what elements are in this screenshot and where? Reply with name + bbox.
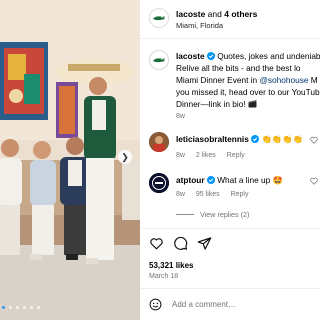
comment-username[interactable]: leticiasobraltennis <box>176 134 249 144</box>
comment-likes[interactable]: 2 likes <box>196 152 216 159</box>
verified-badge-icon <box>206 176 215 184</box>
header-connector: and <box>207 9 222 19</box>
commenter-avatar[interactable] <box>149 173 169 193</box>
comment-likes[interactable]: 95 likes <box>196 191 220 198</box>
carousel-dot <box>9 306 12 309</box>
caption-line-3: Miami Dinner Event in <box>176 75 260 85</box>
comment-age[interactable]: 8w <box>176 191 185 198</box>
caption-line-4: you missed it, head over to our YouTub <box>176 87 320 97</box>
carousel-dot <box>37 306 40 309</box>
add-comment-input[interactable] <box>172 300 312 309</box>
caption-line-5: Dinner—link in bio! <box>176 99 248 109</box>
commenter-avatar[interactable] <box>149 132 169 152</box>
carousel-dot <box>30 306 33 309</box>
header-authors[interactable]: lacoste and 4 others <box>176 9 257 19</box>
share-send-icon[interactable] <box>197 236 212 251</box>
emoji-smiley-icon[interactable] <box>149 298 162 311</box>
comment-username[interactable]: atptour <box>176 175 205 185</box>
like-comment-heart-icon[interactable] <box>310 136 318 144</box>
verified-badge-icon <box>206 52 215 60</box>
post-header: lacoste and 4 others Miami, Florida <box>140 0 320 39</box>
replies-divider <box>176 214 194 215</box>
carousel-next-button[interactable]: ❯ <box>118 150 132 164</box>
like-heart-icon[interactable] <box>149 236 164 251</box>
verified-badge-icon <box>251 135 260 143</box>
add-comment-bar <box>140 288 320 320</box>
caption-avatar[interactable] <box>149 50 169 70</box>
comment-meta: 8w 2 likes Reply <box>176 152 254 159</box>
caption-meta: 8w <box>176 113 194 120</box>
post-date[interactable]: March 18 <box>149 273 178 280</box>
header-location[interactable]: Miami, Florida <box>176 21 223 30</box>
profile-photo-icon <box>149 132 169 152</box>
film-clip-icon <box>248 100 257 108</box>
lacoste-avatar[interactable] <box>149 8 169 28</box>
caption-line-1: Quotes, jokes and undeniab <box>217 51 320 61</box>
header-username[interactable]: lacoste <box>176 9 205 19</box>
comment-text: atptour What a line up 🤩 <box>176 175 283 186</box>
crocodile-logo-icon <box>153 58 165 63</box>
caption-line-2: Relive all the bits - and the best lo <box>176 63 301 73</box>
view-replies-label[interactable]: View replies (2) <box>200 210 249 219</box>
carousel-dot <box>2 306 5 309</box>
post-sidebar: lacoste and 4 others Miami, Florida laco… <box>140 0 320 320</box>
caption-line-3-tail: M <box>308 75 318 85</box>
crocodile-logo-icon <box>153 16 165 21</box>
comment-age[interactable]: 8w <box>176 152 185 159</box>
header-others[interactable]: 4 others <box>224 9 257 19</box>
comment-bubble-icon[interactable] <box>173 236 188 251</box>
post-caption: lacoste Quotes, jokes and undeniab Reliv… <box>176 50 320 110</box>
post-actions <box>140 228 320 257</box>
carousel-dot <box>16 306 19 309</box>
comment-text: leticiasobraltennis 👏👏👏👏 <box>176 134 303 145</box>
comment-meta: 8w 95 likes Reply <box>176 191 258 198</box>
post-photo[interactable]: ❯ <box>0 0 140 320</box>
comment-body: 👏👏👏👏 <box>261 134 303 144</box>
likes-count[interactable]: 53,321 likes <box>149 261 193 270</box>
carousel-dots <box>2 306 40 309</box>
caption-age[interactable]: 8w <box>176 113 185 120</box>
mention-link[interactable]: @sohohouse <box>259 75 308 85</box>
reply-button[interactable]: Reply <box>231 191 249 198</box>
like-comment-heart-icon[interactable] <box>310 177 318 185</box>
carousel-dot <box>23 306 26 309</box>
comment-body: What a line up 🤩 <box>217 175 283 185</box>
atp-tour-logo-icon <box>149 173 169 193</box>
view-replies-button[interactable]: View replies (2) <box>176 210 249 219</box>
reply-button[interactable]: Reply <box>227 152 245 159</box>
caption-username[interactable]: lacoste <box>176 51 205 61</box>
